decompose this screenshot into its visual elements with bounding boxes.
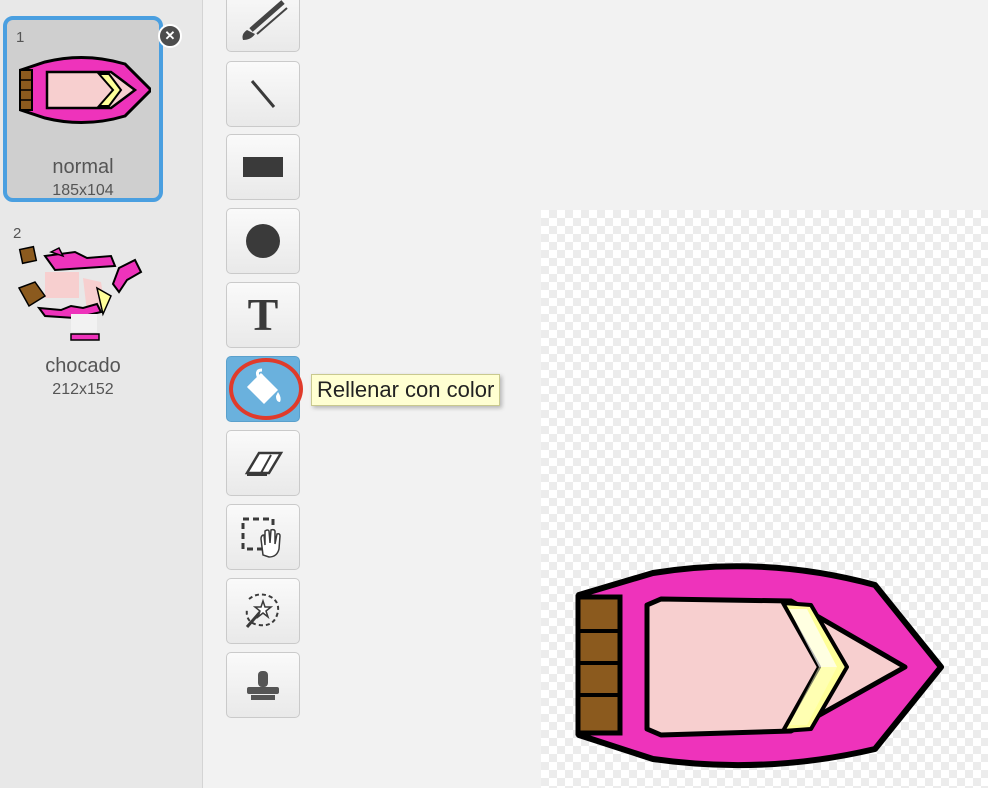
costume-thumbnail-chocado <box>17 245 143 341</box>
delete-costume-button[interactable]: ✕ <box>158 24 182 48</box>
costume-thumbnail-normal <box>19 56 151 124</box>
tool-stamp[interactable] <box>226 652 300 718</box>
eraser-icon <box>244 451 284 476</box>
tool-eraser[interactable] <box>226 430 300 496</box>
rectangle-icon <box>243 157 283 177</box>
costume-name: normal <box>52 156 114 178</box>
boat-costume-drawing <box>575 563 944 769</box>
costume-number: 1 <box>16 29 25 46</box>
costume-item-chocado[interactable]: 2 chocado 212x152 <box>3 220 163 410</box>
costume-name: chocado <box>45 355 121 377</box>
tool-brush[interactable] <box>226 0 300 52</box>
tool-fill[interactable] <box>226 356 300 422</box>
text-icon: T <box>247 289 279 340</box>
ellipse-icon <box>246 224 280 258</box>
costume-item-normal[interactable]: 1 normal 185x104 <box>3 16 163 202</box>
costume-size: 212x152 <box>52 381 114 398</box>
select-hand-icon <box>241 517 281 558</box>
costume-size: 185x104 <box>52 182 114 199</box>
tooltip: Rellenar con color <box>311 374 501 406</box>
stamp-icon <box>247 671 279 700</box>
costume-list: 1 normal 185x104 ✕ 2 chocado 212x152 <box>0 0 203 788</box>
line-icon <box>250 80 276 108</box>
tool-ellipse[interactable] <box>226 208 300 274</box>
drawing-canvas[interactable] <box>541 210 988 788</box>
brush-icon <box>242 0 288 40</box>
magic-wand-icon <box>245 593 280 628</box>
tool-select[interactable] <box>226 504 300 570</box>
tool-magic-wand[interactable] <box>226 578 300 644</box>
close-icon: ✕ <box>164 28 176 43</box>
paint-bucket-icon <box>246 368 281 404</box>
costume-number: 2 <box>13 225 22 242</box>
tool-rectangle[interactable] <box>226 134 300 200</box>
tool-line[interactable] <box>226 61 300 127</box>
tool-text[interactable]: T <box>226 282 300 348</box>
